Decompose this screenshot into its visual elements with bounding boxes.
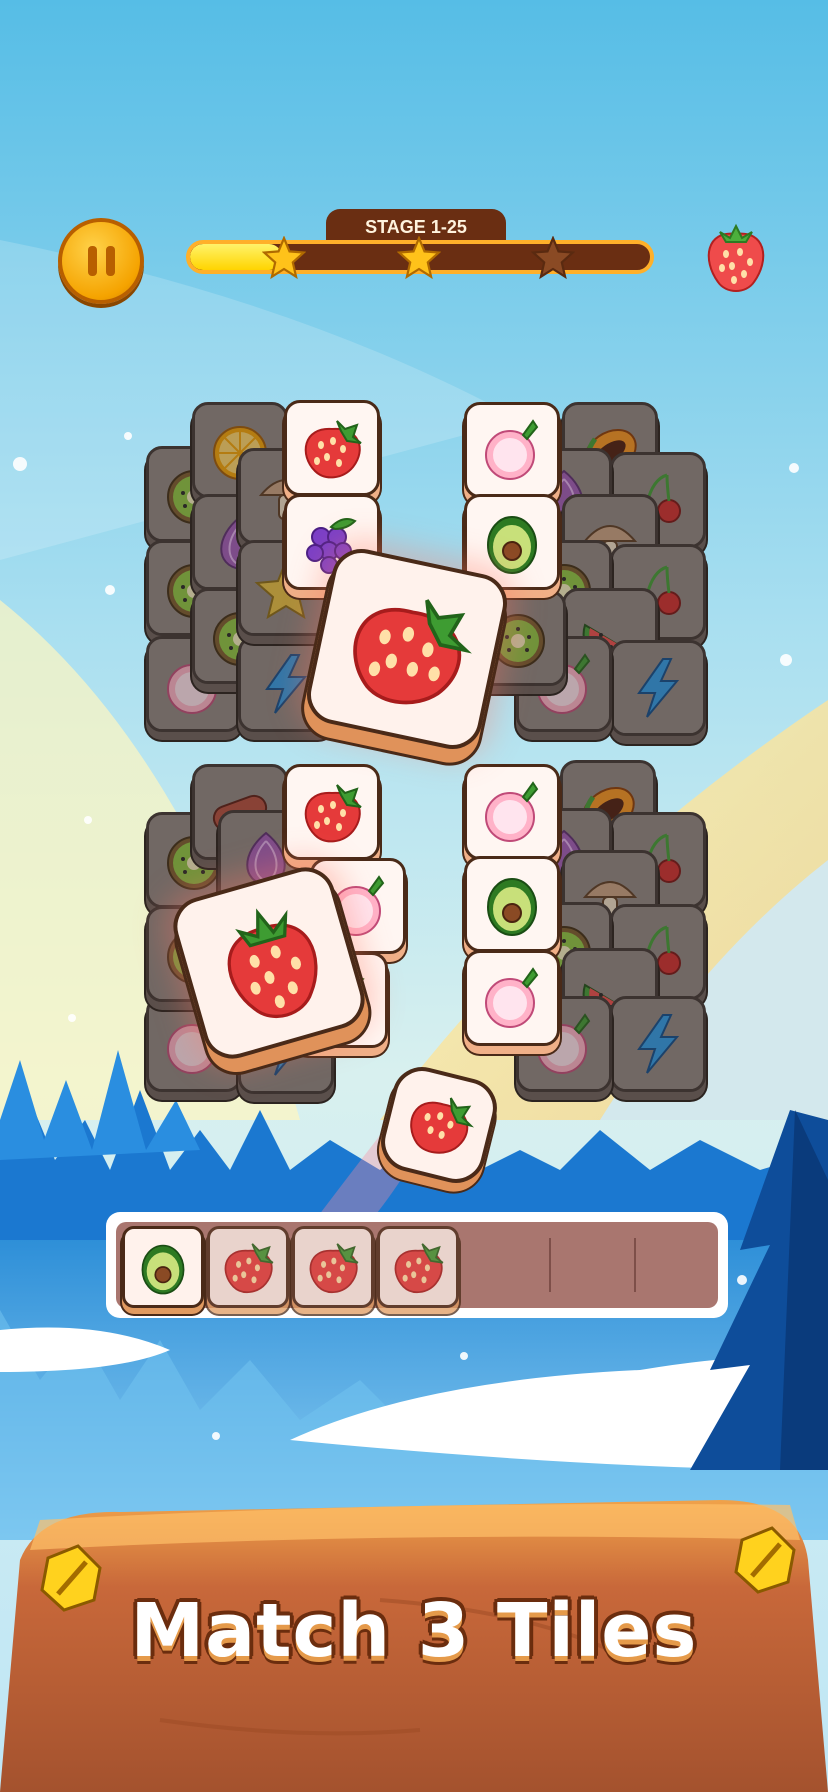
game-scene: STAGE 1-25 Match 3 Tiles [0,0,828,1792]
star-empty-icon [531,236,575,280]
radish-icon [485,419,539,480]
radish-icon [485,967,539,1028]
tile-radish[interactable] [464,950,560,1046]
avocado-icon [487,516,537,574]
banner-title: Match 3 Tiles [130,1588,698,1674]
strawberry-icon [304,784,362,843]
tray-tile-strawberry [207,1226,289,1308]
strawberry-icon [394,1243,444,1293]
slot-divider [549,1238,551,1292]
strawberry-icon [309,1243,359,1293]
strawberry-icon [227,908,318,1019]
lightning-icon [637,1014,680,1074]
tile-lightning [610,640,706,736]
tray-tile-strawberry [377,1226,459,1308]
tray-tile-avocado [122,1226,204,1308]
slot-divider [634,1238,636,1292]
tile-radish[interactable] [464,402,560,498]
strawberry-icon [410,1097,475,1154]
pause-button[interactable] [58,218,144,304]
star-icon [262,236,306,280]
strawberry-icon [304,420,362,479]
avocado-icon [487,878,537,936]
pause-icon [87,246,115,276]
tile-radish[interactable] [464,764,560,860]
tray-slots [116,1222,718,1308]
tile-lightning [610,996,706,1092]
star-icon [397,236,441,280]
tray-tile-strawberry [292,1226,374,1308]
tile-strawberry[interactable] [284,764,380,860]
tile-strawberry[interactable] [284,400,380,496]
avocado-icon [141,1244,185,1295]
tile-tray [106,1212,728,1318]
selected-tile-strawberry[interactable] [301,543,513,755]
radish-icon [485,781,539,842]
tile-avocado[interactable] [464,856,560,952]
strawberry-icon [224,1243,274,1293]
strawberry-icon [707,223,765,292]
strawberry-icon [353,599,472,705]
lightning-icon [637,658,680,718]
